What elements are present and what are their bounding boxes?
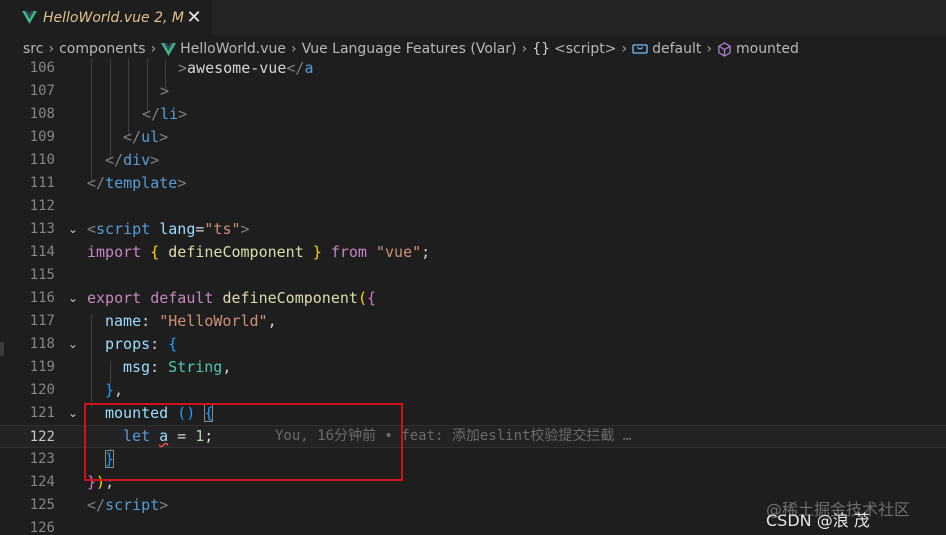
line-number: 123 [29,451,55,467]
breadcrumb-mounted-label: mounted [735,41,799,57]
line-number: 122 [29,429,55,445]
code-text: </div> [105,151,160,169]
line-number: 125 [29,497,55,513]
code-text: }, [105,381,124,399]
tab-title: HelloWorld.vue 2, M [43,9,184,26]
chevron-right-icon: › [521,41,528,57]
chevron-right-icon: › [706,41,712,57]
code-text: <script lang="ts"> [87,220,250,238]
chevron-right-icon: › [621,41,628,57]
line-number: 107 [29,83,55,99]
code-line: 106 >awesome-vue</a [0,59,946,80]
line-number: 121 [29,405,55,421]
fold-chevron-icon[interactable]: ⌄ [66,287,80,310]
code-line: 107 > [0,80,946,103]
line-number: 106 [29,60,55,76]
vue-file-icon [161,42,177,56]
line-number: 112 [29,198,55,214]
code-text: </script> [87,496,169,514]
variable-icon [632,44,648,54]
breadcrumb-script[interactable]: {} <script> [532,41,616,57]
line-number: 118 [29,336,55,352]
line-number: 110 [29,152,55,168]
code-line: 119 msg: String, [0,356,946,379]
code-text: </li> [142,105,188,123]
vue-file-icon [22,11,37,24]
line-number: 108 [29,106,55,122]
code-line: 114 import { defineComponent } from "vue… [0,241,946,264]
tab-status-badge: 2, M [154,9,184,26]
code-line: 116 ⌄ export default defineComponent({ [0,287,946,310]
code-line: 117 name: "HelloWorld", [0,310,946,333]
code-line: 109 </ul> [0,126,946,149]
method-cube-icon [718,41,731,57]
breadcrumb-default[interactable]: default [632,41,701,57]
code-text: import { defineComponent } from "vue"; [87,243,431,261]
breadcrumb-src[interactable]: src [23,41,43,57]
line-number: 126 [29,520,55,535]
breadcrumb-script-label: <script> [554,41,617,57]
code-line: 110 </div> [0,149,946,172]
line-number: 114 [29,244,55,260]
breadcrumb-default-label: default [652,41,702,57]
braces-icon: {} [532,41,551,57]
chevron-right-icon: › [150,41,157,57]
code-text: msg: String, [123,358,232,376]
fold-chevron-icon[interactable]: ⌄ [66,333,80,356]
breadcrumb-mounted[interactable]: mounted [717,41,799,57]
line-number: 117 [29,313,55,329]
fold-chevron-icon[interactable]: ⌄ [66,218,80,241]
chevron-right-icon: › [48,41,55,57]
line-number: 109 [29,129,55,145]
tab-bar: HelloWorld.vue 2, M ✕ [0,0,946,35]
code-line: 112 [0,195,946,218]
breadcrumb-file-label: HelloWorld.vue [180,41,286,57]
code-line: 111 </template> [0,172,946,195]
close-tab-icon[interactable]: ✕ [186,8,202,26]
chevron-right-icon: › [291,41,297,57]
code-line: 118 ⌄ props: { [0,333,946,356]
line-number: 116 [29,290,55,306]
line-number: 115 [29,267,55,283]
line-number: 124 [29,474,55,490]
fold-chevron-icon[interactable]: ⌄ [66,402,80,425]
code-text: props: { [105,335,178,353]
code-line: 113 ⌄ <script lang="ts"> [0,218,946,241]
breadcrumb-language-features[interactable]: Vue Language Features (Volar) [302,41,517,57]
annotation-highlight-box [84,403,403,481]
code-text: > [160,82,170,100]
breadcrumb-components[interactable]: components [59,41,146,57]
code-text: </template> [87,174,187,192]
code-text: >awesome-vue</a [178,59,314,77]
code-line: 115 [0,264,946,287]
line-number: 119 [29,359,55,375]
breadcrumb-file[interactable]: HelloWorld.vue [161,41,286,57]
code-line: 120 }, [0,379,946,402]
code-text: </ul> [123,128,169,146]
line-number: 111 [29,175,55,191]
watermark-author: CSDN @浪 茂 [766,511,870,530]
line-number: 120 [29,382,55,398]
code-text: export default defineComponent({ [87,289,376,307]
code-text: name: "HelloWorld", [105,312,277,330]
tab-helloworld-vue[interactable]: HelloWorld.vue 2, M [0,0,212,35]
code-line: 108 </li> [0,103,946,126]
line-number: 113 [29,221,55,237]
